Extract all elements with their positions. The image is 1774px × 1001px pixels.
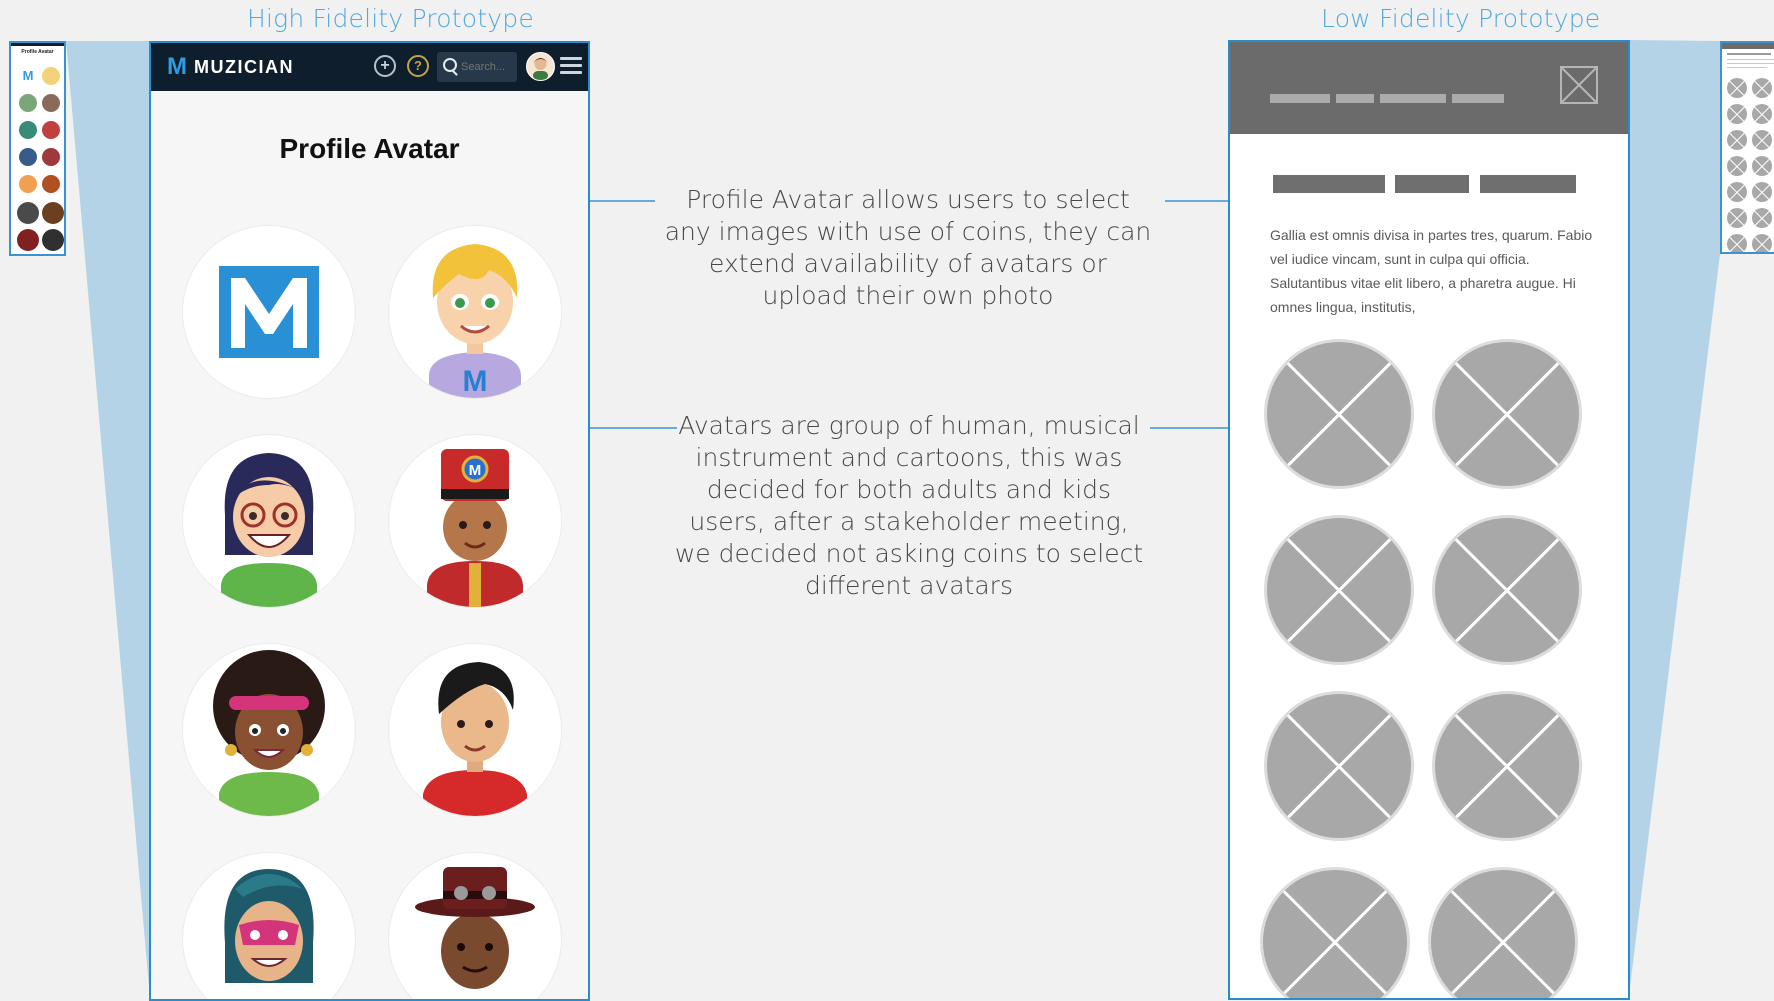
thumb-avatar [17,202,39,224]
thumb-placeholder [1752,234,1772,252]
image-placeholder[interactable] [1428,867,1578,998]
thumb-avatar [17,229,39,251]
thumb-avatar [19,148,37,166]
add-icon[interactable]: + [374,55,396,77]
brand-name[interactable]: MUZICIAN [194,57,294,78]
thumb-nav-bar [11,43,64,46]
lo-fi-thumbnail[interactable] [1720,41,1774,254]
thumb-avatar [19,94,37,112]
thumb-placeholder [1727,208,1747,228]
lo-fi-tab[interactable] [1480,175,1576,193]
thumb-avatar [42,229,64,251]
girl-with-glasses-avatar[interactable] [183,435,355,607]
left-projection-wedge [66,41,149,987]
search-input[interactable] [461,58,513,76]
menu-icon[interactable] [560,57,582,75]
thumb-title: Profile Avatar [21,49,54,55]
thumb-avatar [42,67,60,85]
thumb-avatar [42,94,60,112]
lo-fi-tab[interactable] [1395,175,1469,193]
thumb-lo-header [1722,43,1774,49]
muzician-logo-avatar[interactable] [183,226,355,398]
thumb-placeholder [1727,182,1747,202]
thumb-placeholder [1752,130,1772,150]
user-avatar[interactable] [526,52,555,81]
image-placeholder[interactable] [1432,339,1582,489]
thumb-avatar [19,175,37,193]
image-placeholder[interactable] [1264,515,1414,665]
thumb-placeholder [1752,156,1772,176]
thumb-placeholder [1752,182,1772,202]
lo-fi-nav-bar [1270,94,1330,103]
hi-fi-phone-screen: M MUZICIAN + ? Profile Avatar M [149,41,590,1001]
thumb-avatar [19,121,37,139]
image-placeholder[interactable] [1264,691,1414,841]
muzician-logo-icon[interactable]: M [167,53,187,81]
lo-fi-header [1230,42,1628,134]
search-icon [443,58,457,72]
lo-fi-phone-screen: Gallia est omnis divisa in partes tres, … [1228,40,1630,1000]
thumb-placeholder [1727,104,1747,124]
thumb-placeholder [1727,234,1747,252]
right-projection-wedge [1630,40,1720,987]
image-placeholder[interactable] [1432,691,1582,841]
thumb-lo-text-line [1727,63,1774,64]
drummer-boy-avatar[interactable]: M [389,435,561,607]
image-placeholder[interactable] [1260,867,1410,998]
man-with-hat-avatar[interactable] [389,853,561,999]
thumb-placeholder [1727,78,1747,98]
thumb-lo-text-line [1727,67,1767,68]
image-placeholder[interactable] [1264,339,1414,489]
thumb-placeholder [1727,130,1747,150]
profile-avatar-note: Profile Avatar allows users to select an… [664,185,1152,310]
lo-fi-body-text: Gallia est omnis divisa in partes tres, … [1270,227,1593,315]
superhero-girl-avatar[interactable] [183,853,355,999]
page-title: Profile Avatar [279,133,460,164]
lo-fi-nav-bar [1336,94,1374,103]
thumb-placeholder [1727,156,1747,176]
search-box[interactable] [437,52,517,82]
thumb-avatar [42,148,60,166]
thumb-avatar [42,202,64,224]
thumb-avatar [42,175,60,193]
thumb-lo-text-line [1727,59,1774,60]
shirt-badge: M [463,365,488,398]
image-placeholder-icon [1560,66,1598,104]
hat-badge: M [469,462,482,479]
lo-fi-nav-bar [1380,94,1446,103]
image-placeholder[interactable] [1432,515,1582,665]
avatars-group-note: Avatars are group of human, musical inst… [674,411,1144,600]
lo-fi-nav-bar [1452,94,1504,103]
afro-girl-avatar[interactable] [183,644,355,816]
top-nav-bar: M MUZICIAN + ? [151,43,588,91]
thumb-avatar [42,121,60,139]
hi-fi-thumbnail[interactable]: Profile Avatar M [9,41,66,256]
low-fidelity-heading: Low Fidelity Prototype [1321,4,1601,33]
help-icon[interactable]: ? [407,55,429,77]
thumb-placeholder [1752,104,1772,124]
thumb-placeholder [1752,208,1772,228]
blond-boy-avatar[interactable]: M [389,226,561,398]
thumb-logo-avatar: M [19,67,37,85]
thumb-lo-tabs [1727,53,1771,55]
high-fidelity-heading: High Fidelity Prototype [247,4,534,33]
thumb-placeholder [1752,78,1772,98]
boy-red-shirt-avatar[interactable] [389,644,561,816]
lo-fi-tab[interactable] [1273,175,1385,193]
